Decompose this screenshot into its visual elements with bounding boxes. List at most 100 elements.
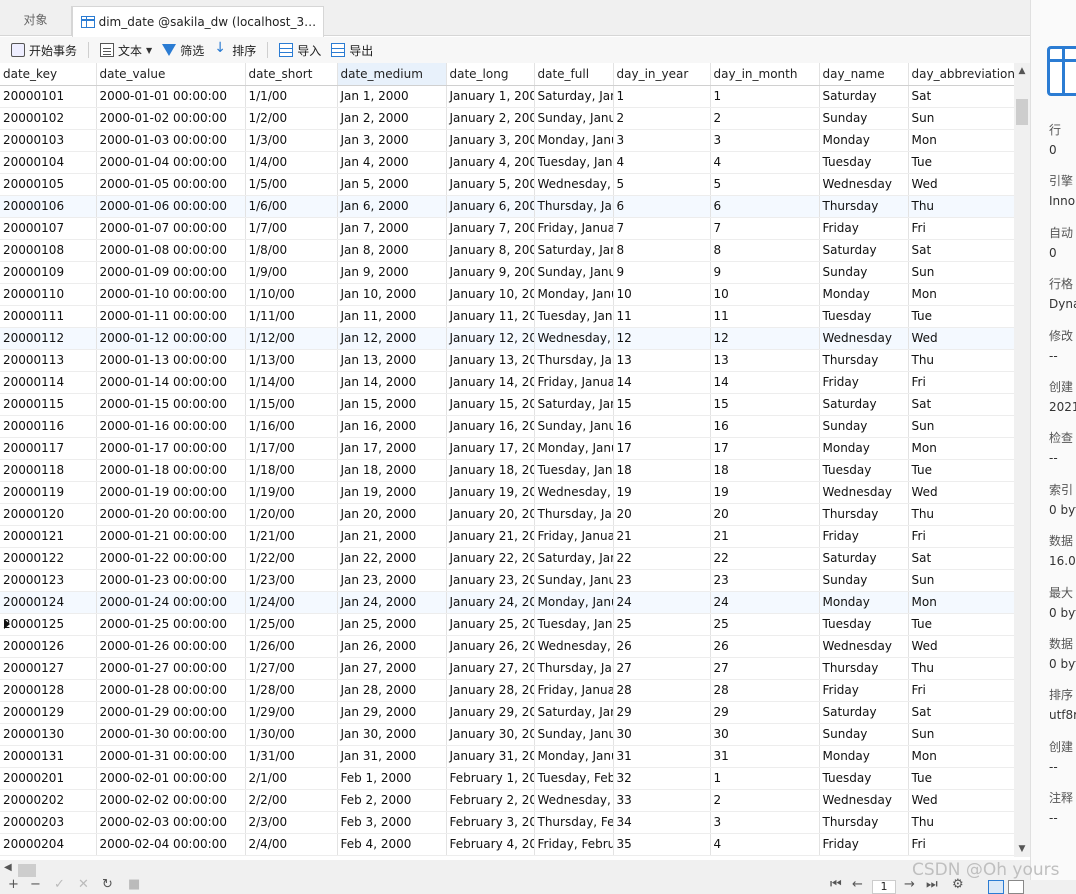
table-row[interactable]: 20000124 2000-01-24 00:00:00 1/24/00 Jan 24… [0,591,1014,614]
cell-date-long[interactable]: January 26, 20 [446,635,535,658]
cell-date-long[interactable]: January 13, 20 [446,349,535,372]
cell-day-in-month[interactable]: 4 [710,151,820,174]
cell-day-name[interactable]: Friday [819,679,909,702]
table-row[interactable]: 20000128 2000-01-28 00:00:00 1/28/00 Jan 28… [0,679,1014,702]
cell-day-in-month[interactable]: 4 [710,833,820,856]
cell-date-key[interactable]: 20000204 [0,833,97,856]
cell-day-name[interactable]: Sunday [819,107,909,130]
cell-day-in-month[interactable]: 19 [710,481,820,504]
cell-day-abbreviation[interactable]: Sun [908,415,1014,438]
cell-date-full[interactable]: Monday, Janu [534,129,614,152]
cell-day-name[interactable]: Thursday [819,349,909,372]
cell-day-in-year[interactable]: 5 [613,173,711,196]
cell-date-medium[interactable]: Jan 25, 2000 [337,613,447,636]
cell-date-long[interactable]: January 31, 20 [446,745,535,768]
cell-date-short[interactable]: 1/28/00 [245,679,338,702]
cell-date-short[interactable]: 1/5/00 [245,173,338,196]
cell-day-name[interactable]: Wednesday [819,635,909,658]
cell-date-value[interactable]: 2000-01-31 00:00:00 [96,745,246,768]
table-row[interactable]: 20000113 2000-01-13 00:00:00 1/13/00 Jan 13… [0,349,1014,372]
cell-day-in-month[interactable]: 31 [710,745,820,768]
cell-date-short[interactable]: 1/1/00 [245,85,338,108]
cell-day-in-month[interactable]: 11 [710,305,820,328]
cell-date-value[interactable]: 2000-01-24 00:00:00 [96,591,246,614]
cell-date-key[interactable]: 20000130 [0,723,97,746]
cell-day-in-year[interactable]: 13 [613,349,711,372]
cell-day-in-month[interactable]: 1 [710,767,820,790]
column-header-day-name[interactable]: day_name [819,63,909,86]
cell-date-value[interactable]: 2000-01-11 00:00:00 [96,305,246,328]
cell-date-medium[interactable]: Feb 1, 2000 [337,767,447,790]
cell-date-key[interactable]: 20000114 [0,371,97,394]
cell-day-in-month[interactable]: 10 [710,283,820,306]
cell-day-in-year[interactable]: 33 [613,789,711,812]
cell-day-abbreviation[interactable]: Tue [908,459,1014,482]
cell-date-medium[interactable]: Jan 4, 2000 [337,151,447,174]
cell-date-short[interactable]: 1/18/00 [245,459,338,482]
cell-date-long[interactable]: January 6, 2000 [446,195,535,218]
cell-date-medium[interactable]: Jan 1, 2000 [337,85,447,108]
page-number-input[interactable]: 1 [872,880,896,894]
cell-date-key[interactable]: 20000124 [0,591,97,614]
column-header-date-full[interactable]: date_full [534,63,614,86]
cell-date-full[interactable]: Tuesday, Janu [534,459,614,482]
cell-date-medium[interactable]: Jan 20, 2000 [337,503,447,526]
cell-day-in-month[interactable]: 21 [710,525,820,548]
cell-day-name[interactable]: Monday [819,745,909,768]
cell-date-value[interactable]: 2000-01-06 00:00:00 [96,195,246,218]
cell-date-medium[interactable]: Jan 10, 2000 [337,283,447,306]
table-row[interactable]: 20000129 2000-01-29 00:00:00 1/29/00 Jan 29… [0,701,1014,724]
cell-date-key[interactable]: 20000128 [0,679,97,702]
cell-date-full[interactable]: Thursday, Fel [534,811,614,834]
cell-day-in-year[interactable]: 4 [613,151,711,174]
first-page-icon[interactable]: ⏮ [830,877,842,892]
cell-date-full[interactable]: Tuesday, Feb [534,767,614,790]
cell-date-long[interactable]: January 28, 20 [446,679,535,702]
cell-date-full[interactable]: Monday, Janu [534,745,614,768]
cell-date-value[interactable]: 2000-01-04 00:00:00 [96,151,246,174]
cell-day-abbreviation[interactable]: Sun [908,723,1014,746]
cell-date-medium[interactable]: Jan 7, 2000 [337,217,447,240]
cell-day-abbreviation[interactable]: Thu [908,349,1014,372]
cell-day-name[interactable]: Thursday [819,811,909,834]
cell-date-short[interactable]: 1/9/00 [245,261,338,284]
column-header-date-key[interactable]: date_key [0,63,97,86]
cell-date-medium[interactable]: Jan 9, 2000 [337,261,447,284]
cell-day-in-year[interactable]: 35 [613,833,711,856]
cell-day-abbreviation[interactable]: Sat [908,85,1014,108]
cell-date-long[interactable]: January 19, 20 [446,481,535,504]
cell-date-key[interactable]: 20000125 [0,613,97,636]
cell-date-value[interactable]: 2000-01-02 00:00:00 [96,107,246,130]
cell-date-value[interactable]: 2000-01-09 00:00:00 [96,261,246,284]
cell-date-full[interactable]: Monday, Janu [534,437,614,460]
cell-day-name[interactable]: Friday [819,371,909,394]
cell-day-abbreviation[interactable]: Mon [908,129,1014,152]
cell-day-in-year[interactable]: 34 [613,811,711,834]
cell-day-abbreviation[interactable]: Tue [908,151,1014,174]
cell-date-value[interactable]: 2000-01-08 00:00:00 [96,239,246,262]
cell-date-key[interactable]: 20000126 [0,635,97,658]
table-row[interactable]: 20000131 2000-01-31 00:00:00 1/31/00 Jan 31… [0,745,1014,768]
cell-date-value[interactable]: 2000-02-03 00:00:00 [96,811,246,834]
vertical-scrollbar[interactable]: ▲ ▼ [1014,63,1030,857]
cell-date-value[interactable]: 2000-01-17 00:00:00 [96,437,246,460]
cell-day-in-month[interactable]: 12 [710,327,820,350]
cell-date-long[interactable]: January 2, 2000 [446,107,535,130]
cell-day-in-year[interactable]: 30 [613,723,711,746]
cell-date-short[interactable]: 1/17/00 [245,437,338,460]
cell-day-in-year[interactable]: 32 [613,767,711,790]
cell-day-abbreviation[interactable]: Sat [908,547,1014,570]
column-header-date-long[interactable]: date_long [446,63,535,86]
cell-day-in-month[interactable]: 3 [710,811,820,834]
cell-day-name[interactable]: Saturday [819,547,909,570]
horizontal-scrollbar[interactable]: ◀ [0,860,1030,880]
cell-date-full[interactable]: Thursday, Jar [534,349,614,372]
cell-day-abbreviation[interactable]: Tue [908,613,1014,636]
stop-icon[interactable]: ■ [128,877,140,892]
cell-date-short[interactable]: 1/11/00 [245,305,338,328]
table-row[interactable]: 20000127 2000-01-27 00:00:00 1/27/00 Jan 27… [0,657,1014,680]
table-row[interactable]: 20000101 2000-01-01 00:00:00 1/1/00 Jan 1, … [0,85,1014,108]
column-header-date-short[interactable]: date_short [245,63,338,86]
cell-date-long[interactable]: January 23, 20 [446,569,535,592]
cell-day-in-year[interactable]: 18 [613,459,711,482]
